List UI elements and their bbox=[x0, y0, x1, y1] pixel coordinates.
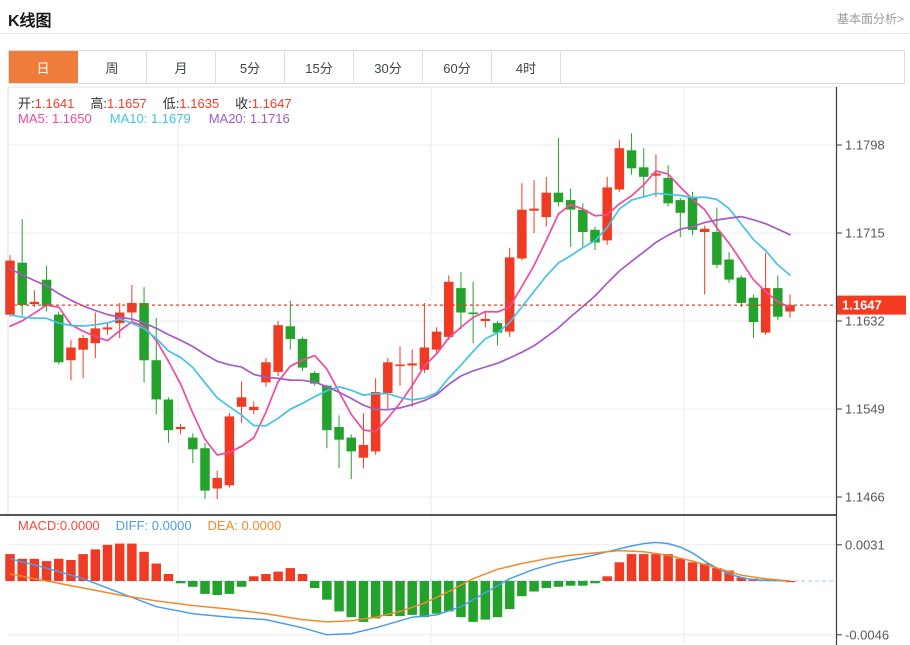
high-label: 高: bbox=[90, 96, 108, 111]
candles-layer bbox=[5, 133, 795, 500]
svg-text:1.1647: 1.1647 bbox=[842, 298, 882, 313]
ma5-readout: MA5: 1.1650 bbox=[18, 111, 92, 126]
svg-text:1.1549: 1.1549 bbox=[845, 402, 885, 417]
macd-histogram bbox=[5, 543, 795, 622]
svg-text:1.1466: 1.1466 bbox=[845, 490, 885, 505]
ma10-line bbox=[9, 192, 791, 427]
ma20-readout: MA20: 1.1716 bbox=[208, 111, 290, 126]
y-axis-labels: 1.1798 1.1715 1.1632 1.1549 1.1466 bbox=[836, 138, 885, 505]
svg-text:1.1798: 1.1798 bbox=[845, 138, 885, 153]
macd-readout: MACD:0.0000 DIFF: 0.0000 DEA: 0.0000 bbox=[18, 518, 281, 533]
macd-axis-labels: 0.0031 -0.0046 bbox=[836, 537, 889, 642]
high-value: 1.1657 bbox=[107, 96, 147, 111]
macd-value-readout: MACD:0.0000 bbox=[18, 518, 100, 533]
svg-text:1.1715: 1.1715 bbox=[845, 226, 885, 241]
panel-borders bbox=[0, 86, 838, 645]
ma5-line bbox=[9, 170, 791, 456]
low-label: 低: bbox=[162, 96, 180, 111]
ohlc-readout: 开:1.1641 高:1.1657 低:1.1635 收:1.1647 bbox=[18, 93, 308, 112]
close-value: 1.1647 bbox=[251, 96, 292, 111]
ma10-readout: MA10: 1.1679 bbox=[109, 111, 191, 126]
svg-text:1.1632: 1.1632 bbox=[845, 314, 885, 329]
kline-page: K线图 基本面分析> 日周月 5分 15分 30分 60分 4时 开:1.1641 高:1.… bbox=[0, 0, 910, 645]
open-value: 1.1641 bbox=[34, 96, 75, 111]
open-label: 开: bbox=[18, 96, 35, 111]
svg-text:-0.0046: -0.0046 bbox=[845, 627, 889, 642]
ma-readout: MA5: 1.1650 MA10: 1.1679 MA20: 1.1716 bbox=[18, 111, 290, 126]
dea-value-readout: DEA: 0.0000 bbox=[207, 518, 282, 533]
current-price-badge: 1.1647 bbox=[837, 295, 906, 315]
low-value: 1.1635 bbox=[179, 96, 220, 111]
close-label: 收: bbox=[235, 96, 252, 111]
diff-value-readout: DIFF: 0.0000 bbox=[115, 518, 192, 533]
svg-text:0.0031: 0.0031 bbox=[845, 537, 885, 552]
